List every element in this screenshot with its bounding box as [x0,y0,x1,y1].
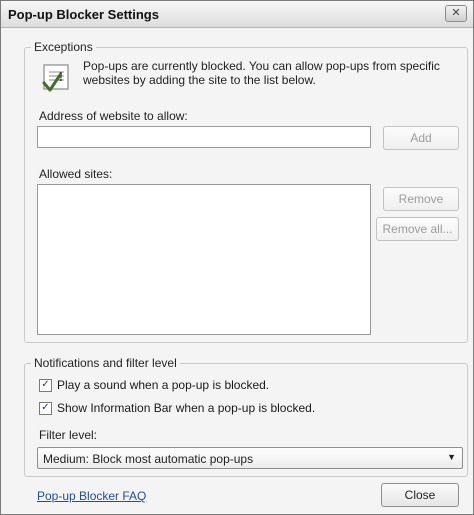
add-button[interactable]: Add [383,126,459,150]
close-button[interactable]: Close [381,483,459,507]
close-icon[interactable]: ✕ [445,5,467,22]
filter-level-select[interactable]: Medium: Block most automatic pop-ups ▼ [37,447,463,469]
notifications-legend: Notifications and filter level [31,356,180,370]
dialog-title: Pop-up Blocker Settings [8,7,159,22]
play-sound-checkbox[interactable]: ✓ [39,378,52,392]
remove-button[interactable]: Remove [383,187,459,211]
show-info-bar-label: Show Information Bar when a pop-up is bl… [57,401,316,415]
chevron-down-icon: ▼ [447,452,456,462]
pop-up-blocker-settings-dialog: Pop-up Blocker Settings ✕ Exceptions ! P… [0,0,474,515]
filter-level-value: Medium: Block most automatic pop-ups [43,452,254,466]
show-info-bar-checkbox[interactable]: ✓ [39,401,52,415]
exceptions-legend: Exceptions [31,40,96,54]
play-sound-option[interactable]: ✓ Play a sound when a pop-up is blocked. [39,378,269,392]
title-bar[interactable]: Pop-up Blocker Settings ✕ [1,1,473,28]
show-info-bar-option[interactable]: ✓ Show Information Bar when a pop-up is … [39,401,315,415]
play-sound-label: Play a sound when a pop-up is blocked. [57,378,270,392]
exceptions-info-text: Pop-ups are currently blocked. You can a… [83,59,440,87]
filter-level-label: Filter level: [39,428,98,442]
remove-all-button[interactable]: Remove all... [376,217,459,241]
address-label: Address of website to allow: [39,109,188,123]
website-address-input[interactable] [37,126,371,148]
allowed-sites-label: Allowed sites: [39,167,113,181]
checklist-icon: ! [42,64,69,92]
popup-blocker-faq-link[interactable]: Pop-up Blocker FAQ [37,489,146,503]
allowed-sites-list[interactable] [37,184,371,335]
